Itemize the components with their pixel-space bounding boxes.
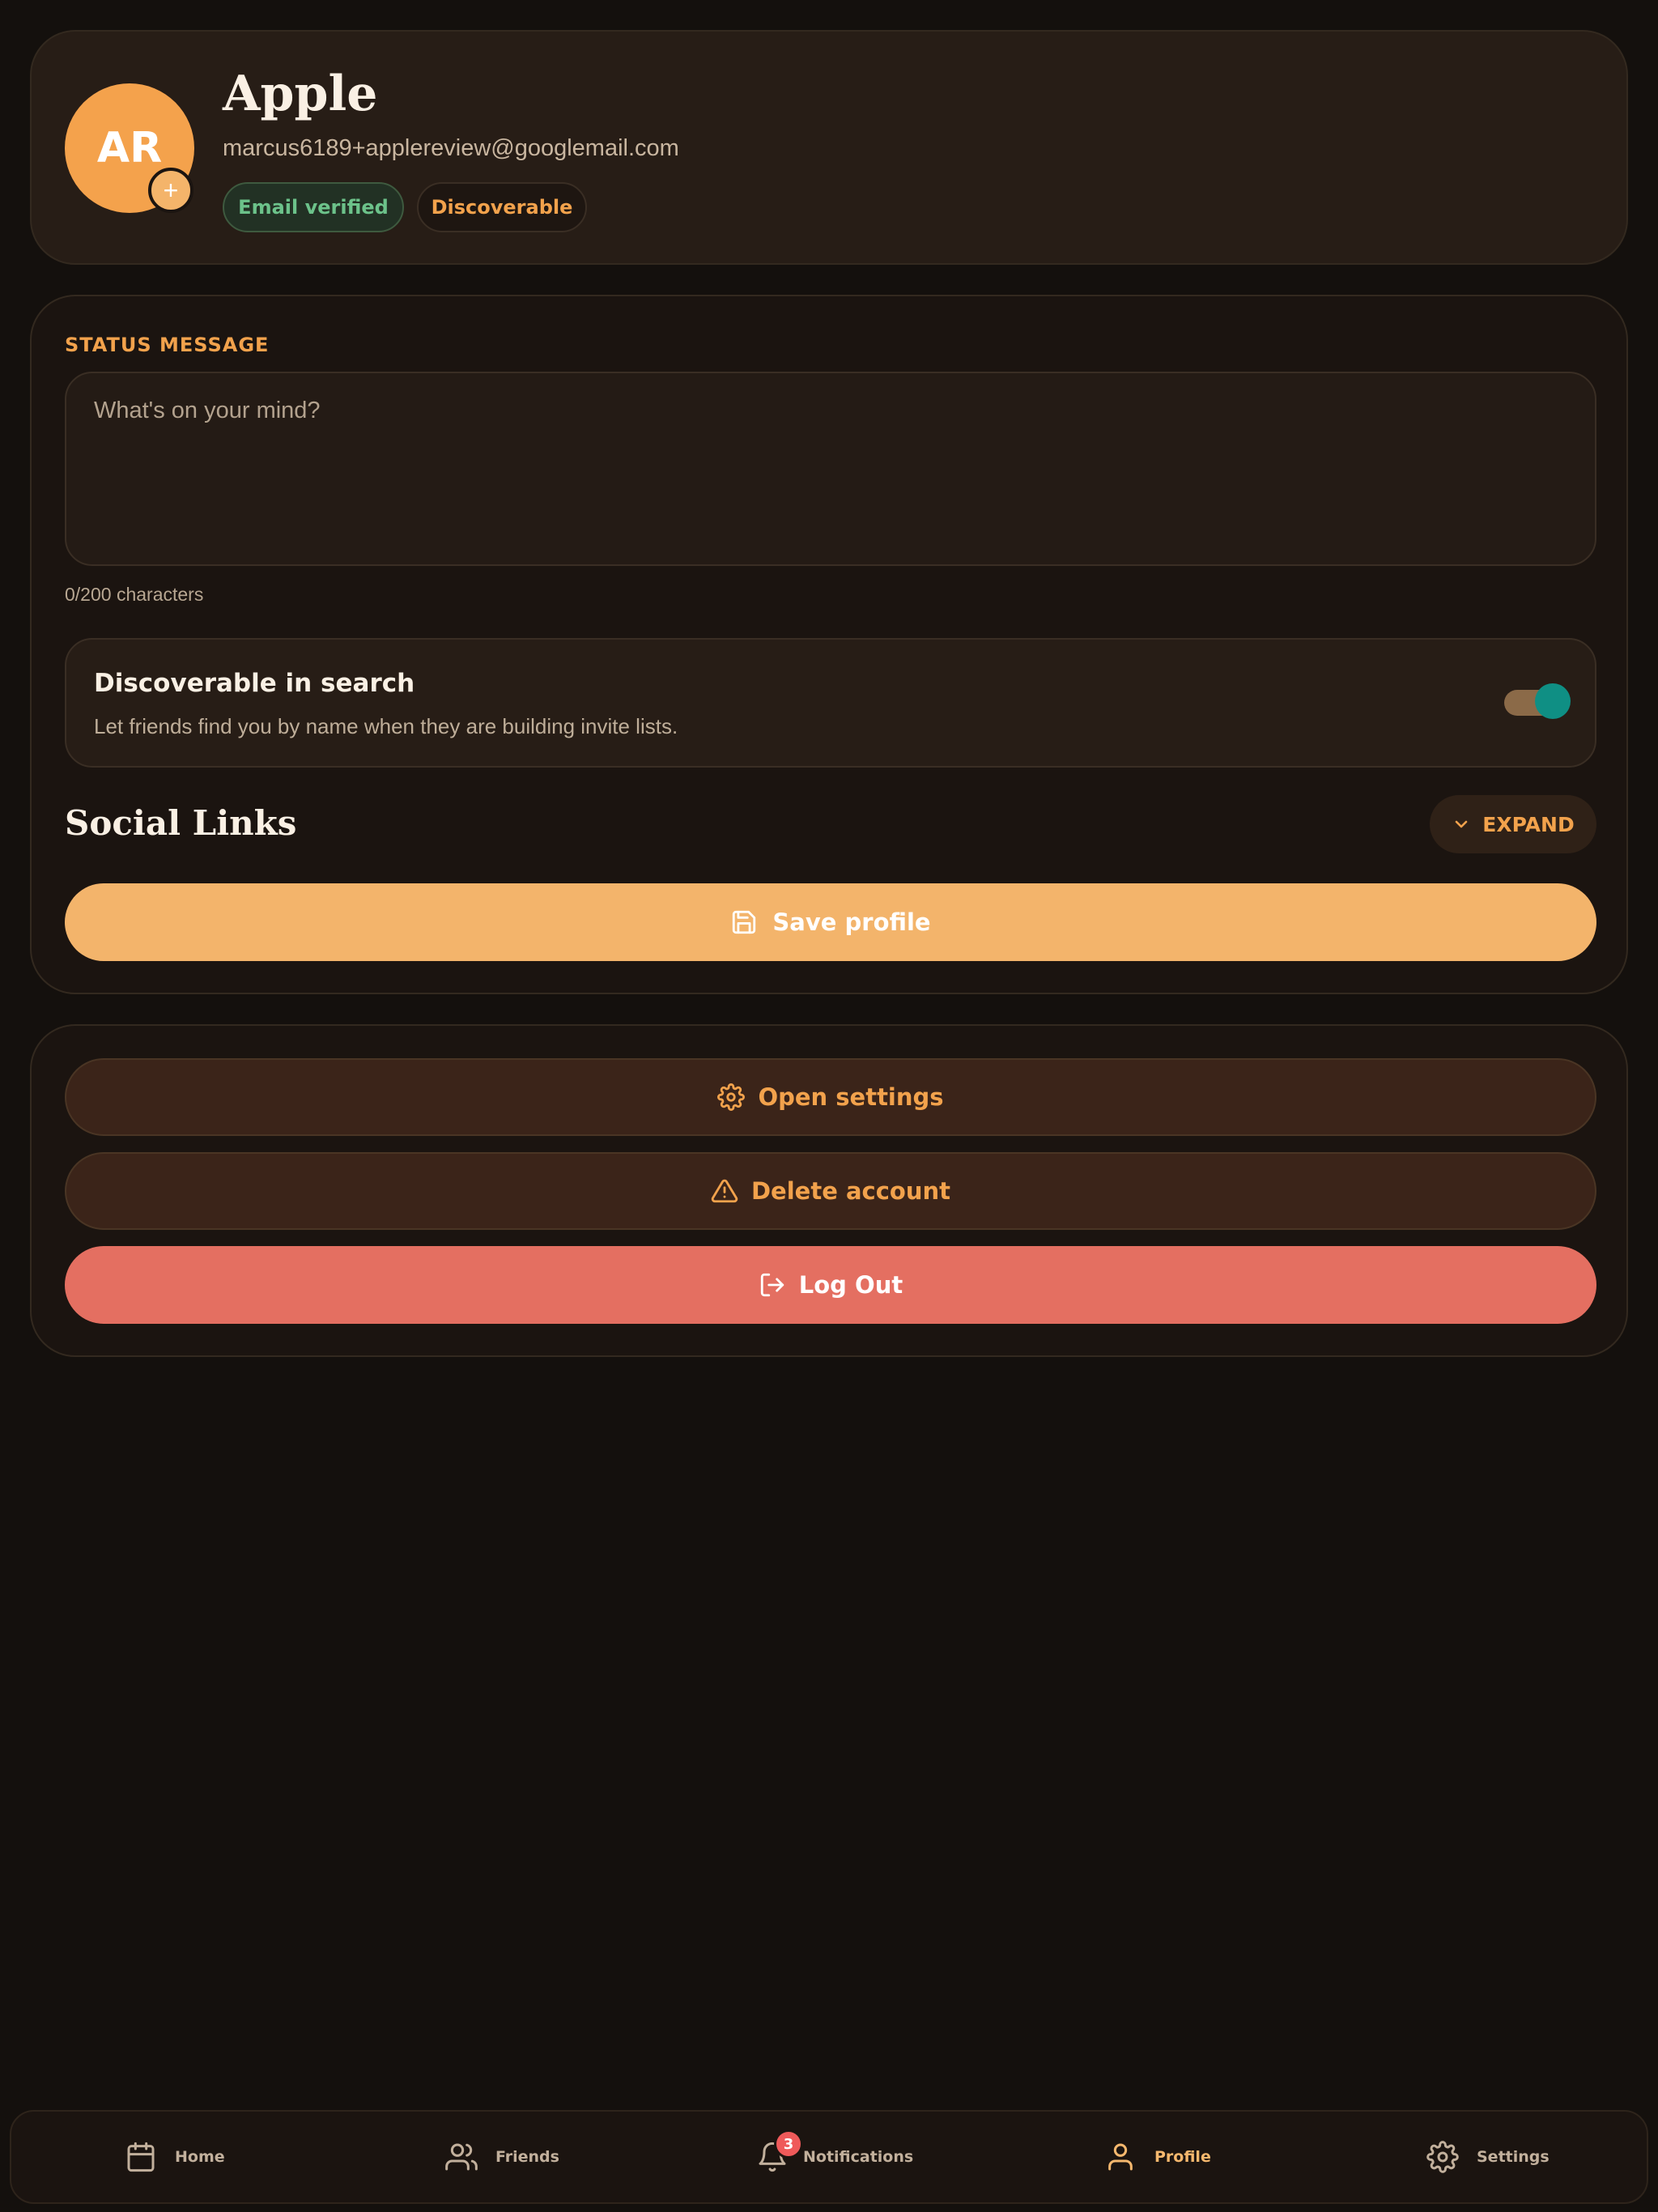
nav-item-settings[interactable]: Settings: [1426, 2112, 1550, 2202]
nav-label-home: Home: [175, 2148, 225, 2166]
delete-account-button[interactable]: Delete account: [65, 1152, 1596, 1230]
delete-account-label: Delete account: [750, 1177, 950, 1205]
plus-icon: +: [163, 176, 179, 205]
expand-label: EXPAND: [1482, 812, 1575, 836]
character-counter: 0/200 characters: [65, 584, 204, 605]
logout-icon: [760, 1273, 784, 1297]
warning-icon: [711, 1179, 738, 1203]
avatar-initials: AR: [96, 124, 163, 172]
discoverable-badge: Discoverable: [417, 182, 587, 232]
save-icon: [733, 910, 756, 934]
expand-social-links-button[interactable]: EXPAND: [1430, 795, 1596, 853]
save-profile-label: Save profile: [772, 908, 931, 936]
profile-edit-card: STATUS MESSAGE 0/200 characters Discover…: [30, 295, 1628, 994]
status-message-input[interactable]: [65, 372, 1596, 566]
save-profile-button[interactable]: Save profile: [65, 883, 1596, 961]
log-out-label: Log Out: [798, 1271, 903, 1299]
add-photo-button[interactable]: +: [148, 168, 193, 213]
user-icon: [1108, 2143, 1133, 2171]
nav-label-profile: Profile: [1154, 2148, 1211, 2166]
email-verified-badge: Email verified: [223, 182, 404, 232]
profile-email: marcus6189+applereview@googlemail.com: [223, 135, 679, 161]
nav-label-notifications: Notifications: [803, 2148, 914, 2166]
nav-item-home[interactable]: Home: [125, 2112, 225, 2202]
open-settings-button[interactable]: Open settings: [65, 1058, 1596, 1136]
gear-icon: [1426, 2141, 1459, 2173]
profile-name: Apple: [223, 66, 378, 122]
discoverable-title: Discoverable in search: [94, 669, 415, 698]
discoverable-setting: Discoverable in search Let friends find …: [65, 638, 1596, 768]
discoverable-toggle[interactable]: [1504, 683, 1571, 719]
nav-label-settings: Settings: [1477, 2148, 1550, 2166]
open-settings-label: Open settings: [758, 1083, 944, 1111]
nav-item-notifications[interactable]: 3 Notifications: [756, 2112, 913, 2202]
bottom-nav: Home Friends 3 Notifications Profile Set…: [10, 2110, 1648, 2204]
calendar-icon: [127, 2142, 155, 2172]
bell-icon-wrapper: 3: [756, 2129, 803, 2173]
social-links-heading: Social Links: [65, 803, 297, 843]
log-out-button[interactable]: Log Out: [65, 1246, 1596, 1324]
chevron-down-icon: [1455, 820, 1468, 828]
discoverable-description: Let friends find you by name when they a…: [94, 714, 678, 738]
nav-item-friends[interactable]: Friends: [445, 2112, 559, 2202]
profile-page: AR + Apple marcus6189+applereview@google…: [0, 0, 1658, 2212]
nav-label-friends: Friends: [495, 2148, 559, 2166]
nav-item-profile[interactable]: Profile: [1104, 2112, 1211, 2202]
gear-icon: [717, 1083, 746, 1111]
users-icon: [445, 2143, 478, 2171]
status-message-label: STATUS MESSAGE: [65, 334, 270, 356]
notification-count-badge: 3: [774, 2129, 803, 2159]
profile-header-card: AR + Apple marcus6189+applereview@google…: [30, 30, 1628, 265]
account-actions-card: Open settings Delete account Log Out: [30, 1024, 1628, 1357]
toggle-knob: [1535, 683, 1571, 719]
